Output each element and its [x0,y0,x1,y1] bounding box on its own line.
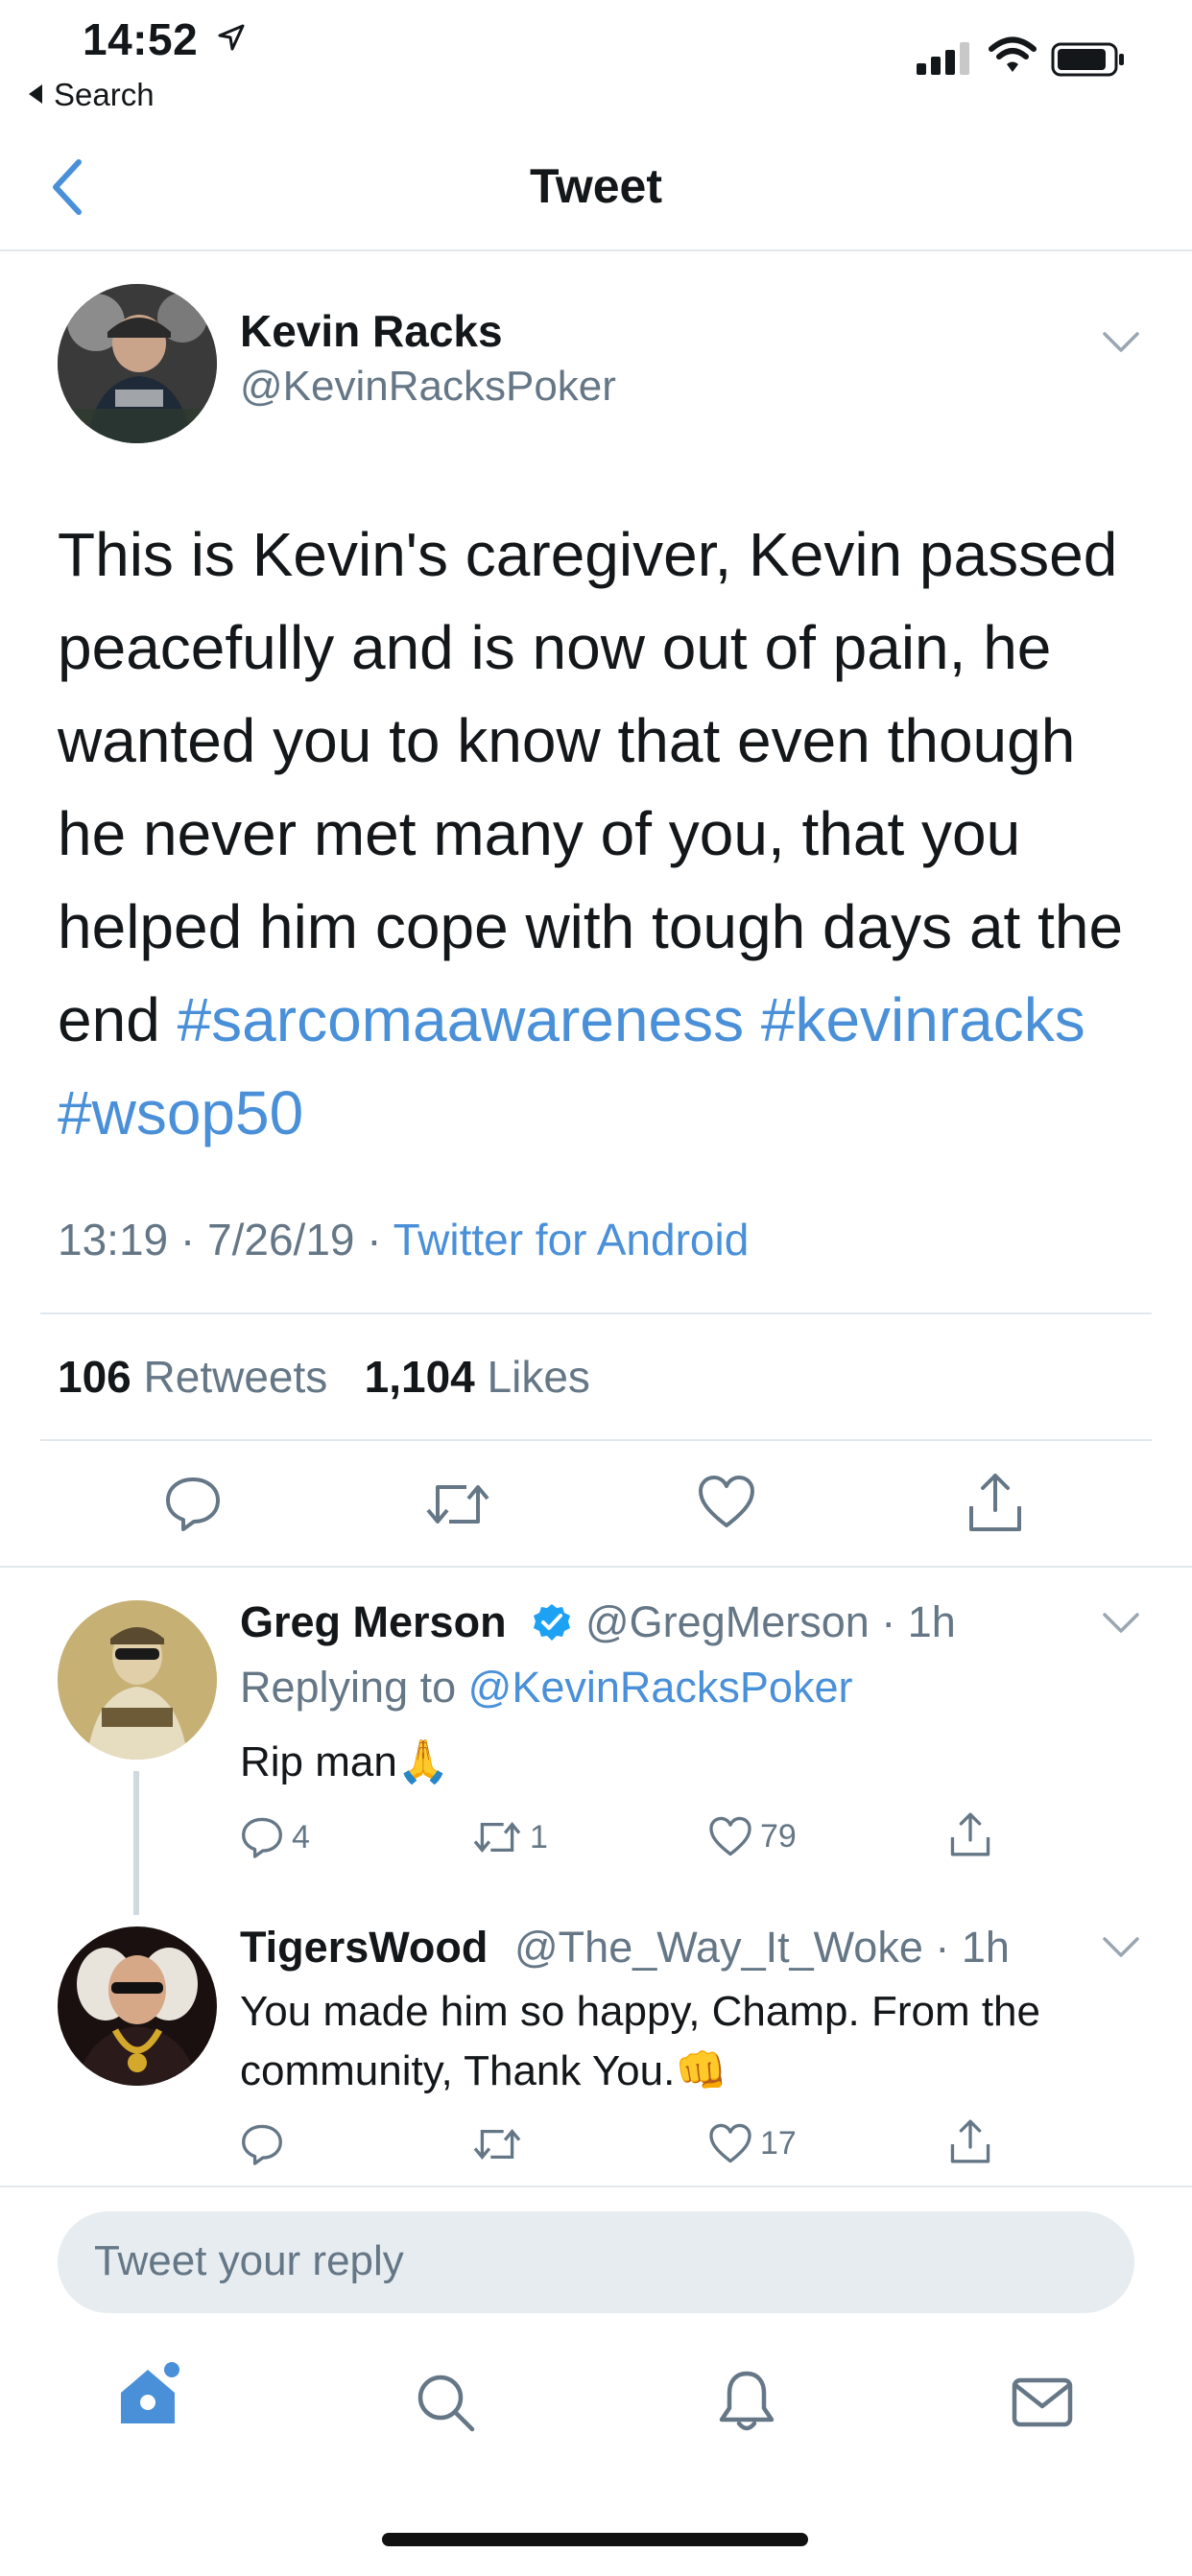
tweet-text: This is Kevin's caregiver, Kevin passed … [58,508,1142,1160]
verified-badge-icon [534,1604,570,1641]
like-action[interactable]: 79 [708,1815,797,1857]
fist-emoji: 👊 [675,2046,728,2095]
avatar[interactable] [58,284,217,443]
retweets-stat[interactable]: 106 Retweets [58,1352,327,1402]
nav-divider [0,249,1192,251]
reply-icon [242,1817,282,1858]
search-icon[interactable] [415,2372,476,2433]
reply-author-handle[interactable]: @The_Way_It_Woke [514,1923,923,1972]
like-icon [709,2123,751,2163]
reply-action[interactable] [240,2122,292,2166]
status-time: 14:52 [83,14,199,64]
wifi-icon [989,36,1037,72]
pray-emoji: 🙏 [396,1737,450,1786]
home-indicator[interactable] [382,2533,808,2546]
hashtag-link[interactable]: #sarcomaawareness [178,985,745,1054]
reply-handle-line: @The_Way_It_Woke · 1h [514,1923,1010,1972]
reply-text: You made him so happy, Champ. From the c… [240,1982,1040,2101]
reply-action[interactable]: 4 [240,1815,310,1859]
share-icon[interactable] [948,1811,992,1857]
reply-author-handle[interactable]: @GregMerson [585,1597,870,1646]
retweet-icon[interactable] [424,1477,491,1531]
retweet-icon [473,2129,521,2160]
like-icon [709,1816,751,1856]
share-icon[interactable] [948,2118,992,2164]
avatar-image [58,1926,217,2086]
avatar-image [58,284,217,443]
reply-text-line: community, Thank You. [240,2047,676,2094]
like-icon[interactable] [697,1474,756,1529]
reply-age: 1h [961,1923,1010,1972]
status-back-link[interactable]: Search [29,77,155,113]
compose-divider [0,2186,1192,2187]
reply-icon[interactable] [163,1474,223,1533]
thread-line [133,1771,139,1915]
reply-author-name[interactable]: Greg Merson [240,1597,507,1647]
retweets-label: Retweets [143,1352,328,1402]
tweet-date: 7/26/19 [207,1215,355,1264]
status-back-label: Search [54,77,155,112]
tweet-source-link[interactable]: Twitter for Android [393,1215,750,1264]
like-count: 79 [760,1817,797,1855]
battery-icon [1051,42,1124,77]
location-arrow-icon [218,24,245,51]
home-icon[interactable] [115,2360,186,2431]
avatar-image [58,1600,217,1760]
retweet-action[interactable]: 1 [472,1817,548,1857]
tweet-body: This is Kevin's caregiver, Kevin passed … [58,520,1124,1054]
tweet-meta: 13:19 · 7/26/19 · Twitter for Android [58,1215,750,1264]
hashtag-link[interactable]: #kevinracks [761,985,1085,1054]
retweet-action[interactable] [472,2124,530,2164]
divider [40,1439,1152,1441]
chevron-down-icon[interactable] [1102,1936,1140,1959]
divider [40,1312,1152,1314]
replying-to-line: Replying to @KevinRacksPoker [240,1663,852,1713]
replying-to-link[interactable]: @KevinRacksPoker [468,1663,853,1712]
chevron-down-icon[interactable] [1102,1612,1140,1635]
tweet-stats: 106 Retweets 1,104 Likes [58,1351,590,1403]
reply-body: Rip man [240,1738,397,1785]
notifications-icon[interactable] [718,2370,775,2433]
retweet-count: 1 [530,1818,548,1855]
cellular-signal-icon [917,42,969,75]
back-triangle-icon [29,84,42,104]
author-name[interactable]: Kevin Racks [240,305,503,357]
author-handle[interactable]: @KevinRacksPoker [240,363,616,411]
replying-prefix: Replying to [240,1663,468,1712]
avatar[interactable] [58,1600,217,1760]
divider [0,1566,1192,1568]
share-icon[interactable] [966,1472,1025,1533]
messages-icon[interactable] [1012,2377,1073,2427]
retweet-icon [473,1822,521,1853]
likes-label: Likes [487,1352,590,1402]
retweets-count: 106 [58,1352,131,1402]
reply-age: 1h [907,1597,956,1646]
reply-handle-line: @GregMerson · 1h [585,1597,956,1646]
avatar[interactable] [58,1926,217,2086]
chevron-down-icon[interactable] [1102,331,1140,354]
reply-author-name[interactable]: TigersWood [240,1923,488,1973]
reply-text-line-2: community, Thank You.👊 [240,2042,1040,2101]
like-action[interactable]: 17 [708,2122,797,2164]
likes-stat[interactable]: 1,104 Likes [365,1352,590,1402]
reply-text-line: You made him so happy, Champ. From the [240,1988,1040,2035]
reply-count: 4 [292,1818,310,1855]
tweet-time: 13:19 [58,1215,169,1264]
page-title: Tweet [530,159,662,213]
compose-placeholder: Tweet your reply [94,2237,404,2284]
reply-text: Rip man🙏 [240,1733,450,1792]
hashtag-link[interactable]: #wsop50 [58,1078,303,1147]
like-count: 17 [760,2124,797,2162]
likes-count: 1,104 [364,1352,475,1402]
reply-icon [242,2124,282,2165]
